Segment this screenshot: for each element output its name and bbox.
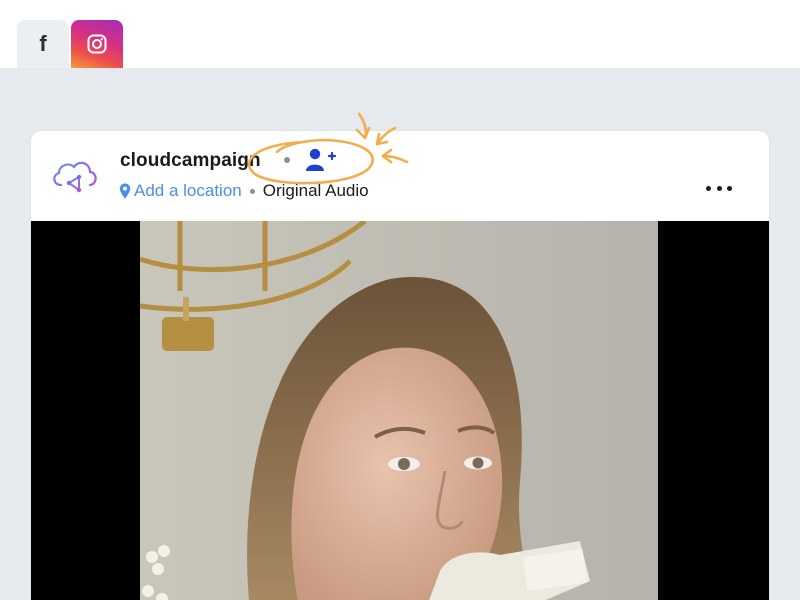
instagram-icon: [87, 34, 107, 54]
more-options-icon-dot: [706, 185, 711, 191]
post-media[interactable]: [31, 221, 769, 600]
cloudcampaign-logo: [53, 161, 97, 193]
add-location-link[interactable]: Add a location: [134, 181, 242, 201]
separator-dot: [284, 157, 290, 163]
more-options-icon-dot: [716, 185, 722, 191]
more-options-icon-dot: [727, 185, 732, 191]
tab-facebook[interactable]: f: [17, 20, 69, 68]
post-header: cloudcampaign Add a location Original Au…: [31, 131, 769, 221]
video-preview[interactable]: [140, 221, 658, 600]
post-subheader: Add a location Original Audio: [119, 180, 369, 202]
tab-instagram[interactable]: [71, 20, 123, 68]
audio-label[interactable]: Original Audio: [263, 181, 369, 201]
separator-dot: [249, 188, 255, 194]
platform-tab-bar: f: [0, 0, 800, 68]
map-pin-icon: [119, 183, 131, 199]
more-options-button[interactable]: [701, 177, 737, 199]
post-preview-card: cloudcampaign Add a location Original Au…: [31, 131, 769, 600]
post-username[interactable]: cloudcampaign: [120, 150, 261, 172]
facebook-icon: f: [39, 31, 47, 56]
add-user-icon[interactable]: [305, 147, 337, 173]
